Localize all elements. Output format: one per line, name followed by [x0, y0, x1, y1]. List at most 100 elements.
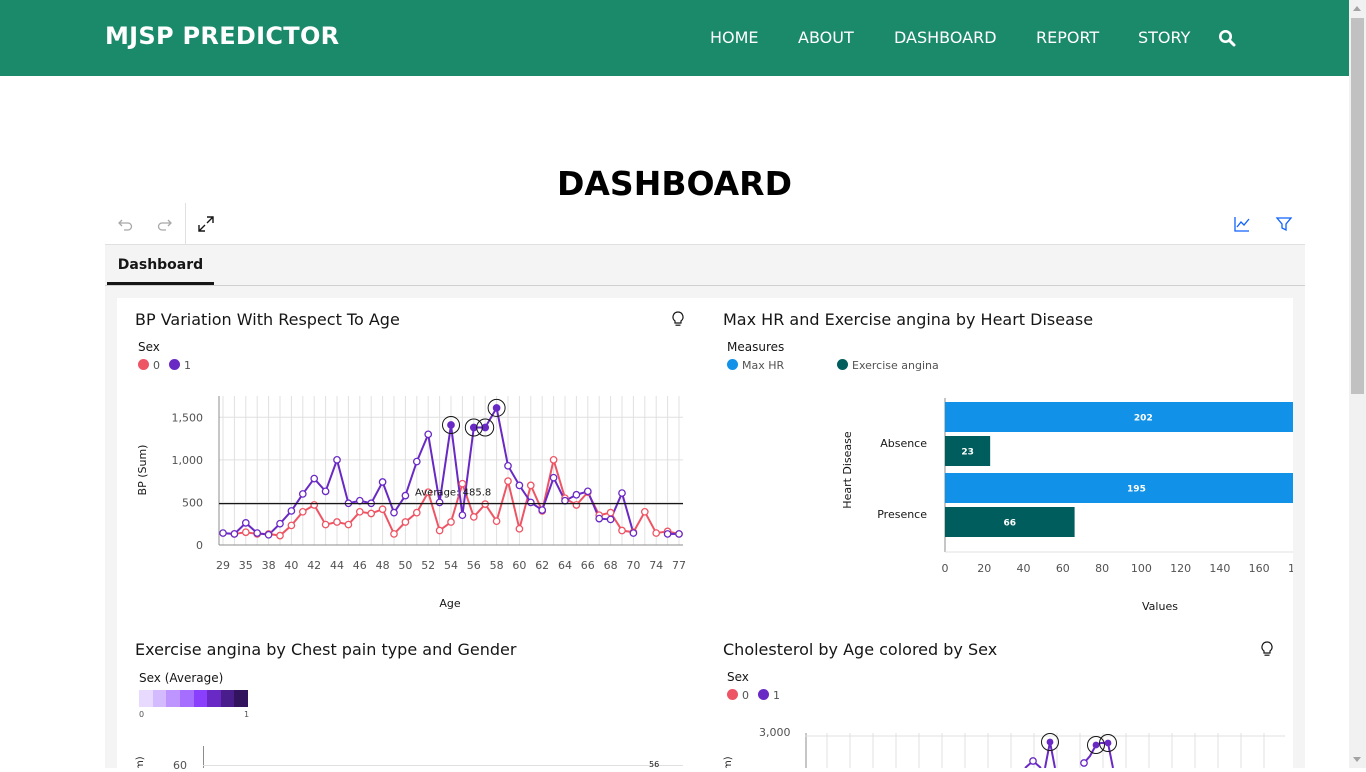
bp-point[interactable] — [629, 529, 638, 537]
chol-legend-item-1[interactable]: 1 — [758, 689, 780, 702]
bp-point[interactable] — [618, 526, 626, 535]
bp-point[interactable] — [663, 530, 672, 538]
bp-highlight-point[interactable] — [493, 404, 501, 412]
bp-point[interactable] — [219, 529, 227, 537]
bp-point[interactable] — [538, 506, 547, 514]
bp-point[interactable] — [401, 491, 410, 500]
nav-story-link[interactable]: STORY — [1138, 28, 1190, 47]
bp-legend-item-0[interactable]: 0 — [138, 359, 160, 372]
bp-point[interactable] — [310, 501, 319, 509]
bp-highlight-point[interactable] — [447, 421, 455, 429]
lightbulb-icon[interactable] — [1260, 641, 1274, 657]
bp-point[interactable] — [253, 529, 262, 537]
bp-point[interactable] — [447, 518, 455, 526]
bp-point[interactable] — [526, 481, 535, 490]
bp-point[interactable] — [435, 526, 444, 535]
scroll-down-arrow-icon[interactable] — [1353, 757, 1361, 762]
bp-point[interactable] — [287, 507, 296, 515]
bp-point[interactable] — [344, 520, 353, 529]
nav-report-link[interactable]: REPORT — [1036, 28, 1099, 47]
chol-line-chart-fragment[interactable] — [805, 723, 1285, 768]
brand-logo-text[interactable]: MJSP PREDICTOR — [105, 22, 339, 50]
bp-point[interactable] — [276, 531, 284, 540]
bp-point[interactable] — [241, 519, 250, 527]
bp-point[interactable] — [367, 509, 376, 518]
bp-point[interactable] — [492, 517, 501, 526]
page-scrollbar[interactable] — [1349, 0, 1366, 768]
chol-point[interactable] — [1104, 739, 1112, 747]
undo-icon[interactable] — [116, 215, 134, 233]
filter-icon[interactable] — [1275, 215, 1293, 233]
bp-point[interactable] — [264, 530, 273, 539]
bp-legend-item-1[interactable]: 1 — [169, 359, 191, 372]
bp-point[interactable] — [652, 529, 661, 537]
bp-point[interactable] — [618, 489, 626, 497]
bp-point[interactable] — [298, 490, 307, 498]
bp-point[interactable] — [401, 518, 410, 526]
bp-point[interactable] — [321, 487, 330, 496]
hr-category-label: Presence — [877, 508, 927, 521]
expand-icon[interactable] — [197, 215, 215, 233]
hr-bar-chart[interactable]: 020406080100120140160180200220ValuesHear… — [705, 388, 1293, 618]
bp-point[interactable] — [298, 507, 307, 516]
bp-point[interactable] — [572, 501, 581, 509]
hr-bar[interactable] — [945, 473, 1293, 503]
bp-point[interactable] — [355, 507, 364, 516]
bp-point[interactable] — [549, 456, 558, 464]
bp-point[interactable] — [333, 518, 341, 526]
bp-point[interactable] — [412, 457, 421, 466]
bp-point[interactable] — [515, 481, 524, 490]
bp-point[interactable] — [378, 478, 387, 486]
search-icon[interactable] — [1218, 29, 1236, 47]
bp-point[interactable] — [321, 520, 330, 529]
bp-point[interactable] — [606, 508, 615, 517]
bp-point[interactable] — [572, 490, 581, 499]
bp-point[interactable] — [606, 515, 615, 524]
scroll-up-arrow-icon[interactable] — [1353, 6, 1361, 11]
nav-home-link[interactable]: HOME — [710, 28, 759, 47]
bp-point[interactable] — [435, 498, 444, 507]
hr-legend-item-max-hr[interactable]: Max HR — [727, 359, 784, 372]
bp-point[interactable] — [469, 513, 478, 521]
chol-legend-item-0[interactable]: 0 — [727, 689, 749, 702]
tab-dashboard[interactable]: Dashboard — [107, 245, 214, 285]
bp-point[interactable] — [561, 496, 569, 505]
hr-legend-item-exercise-angina[interactable]: Exercise angina — [837, 359, 939, 372]
bp-point[interactable] — [675, 530, 683, 538]
redo-icon[interactable] — [156, 215, 174, 233]
chol-point[interactable] — [1046, 738, 1054, 746]
bp-point[interactable] — [355, 496, 364, 505]
bp-point[interactable] — [583, 487, 592, 496]
bp-point[interactable] — [504, 477, 512, 485]
bp-point[interactable] — [333, 456, 341, 464]
scrollbar-thumb[interactable] — [1351, 18, 1364, 394]
nav-dashboard-link[interactable]: DASHBOARD — [894, 28, 997, 47]
bp-point[interactable] — [458, 479, 467, 488]
bp-point[interactable] — [640, 507, 649, 516]
bp-point[interactable] — [230, 530, 239, 538]
bp-point[interactable] — [390, 508, 398, 517]
bp-point[interactable] — [276, 519, 284, 528]
lightbulb-icon[interactable] — [671, 311, 685, 327]
bp-point[interactable] — [549, 473, 558, 482]
bp-line-chart[interactable]: 1,500 1,000 500 0 29 35 38 40 42 44 46 48 50 52 54 56 58… — [117, 388, 705, 618]
bp-point[interactable] — [378, 505, 387, 514]
chol-point[interactable] — [1092, 741, 1100, 749]
bp-point[interactable] — [287, 521, 296, 530]
chol-point[interactable] — [1080, 759, 1088, 767]
bp-point[interactable] — [595, 514, 604, 523]
bp-point[interactable] — [390, 530, 398, 538]
hr-bar[interactable] — [945, 402, 1293, 432]
nav-about-link[interactable]: ABOUT — [798, 28, 854, 47]
bp-point[interactable] — [504, 461, 512, 470]
bp-point[interactable] — [310, 474, 319, 483]
bp-point[interactable] — [241, 528, 250, 537]
bp-point[interactable] — [412, 508, 421, 517]
bp-point[interactable] — [424, 430, 433, 439]
bp-point[interactable] — [515, 524, 524, 533]
bp-point[interactable] — [526, 498, 535, 507]
chol-series-1-line — [1044, 741, 1056, 768]
insights-chart-icon[interactable] — [1233, 215, 1251, 233]
chol-point[interactable] — [1029, 757, 1037, 765]
bp-point[interactable] — [458, 511, 467, 520]
